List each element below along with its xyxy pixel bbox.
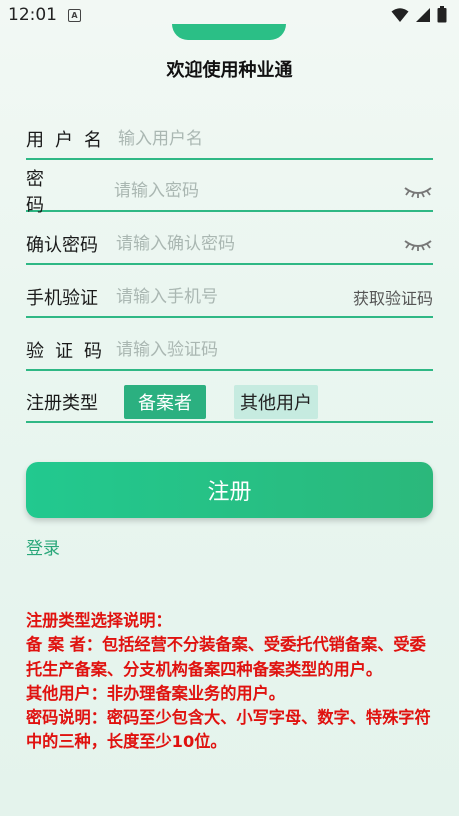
username-input[interactable]	[118, 129, 433, 149]
code-label: 验证码	[26, 341, 113, 362]
reg-type-label: 注册类型	[26, 393, 98, 414]
phone-label: 手机验证	[26, 288, 98, 309]
eye-closed-icon[interactable]	[403, 234, 433, 254]
register-button[interactable]: 注册	[26, 462, 433, 518]
page-title: 欢迎使用种业通	[166, 60, 293, 81]
notes-password: 密码说明：密码至少包含大、小写字母、数字、特殊字符中的三种，长度至少10位。	[26, 708, 431, 752]
header-tab-decoration	[172, 24, 286, 40]
phone-row: 手机验证 获取验证码	[26, 278, 433, 318]
battery-icon	[437, 6, 447, 23]
username-label: 用户名	[26, 130, 113, 151]
phone-input[interactable]	[116, 287, 353, 307]
code-row: 验证码	[26, 331, 433, 371]
status-time: 12:01	[8, 5, 57, 25]
password-input[interactable]	[114, 181, 403, 201]
password-label: 密码	[26, 169, 88, 216]
confirm-password-label: 确认密码	[26, 235, 98, 256]
notes-heading: 注册类型选择说明：	[26, 611, 172, 630]
eye-closed-icon[interactable]	[403, 181, 433, 201]
username-row: 用户名	[26, 120, 433, 160]
wifi-icon	[391, 7, 409, 22]
reg-type-filer-option[interactable]: 备案者	[124, 385, 206, 419]
code-input[interactable]	[116, 340, 433, 360]
password-row: 密码	[26, 169, 433, 216]
confirm-password-row: 确认密码	[26, 225, 433, 265]
registration-notes: 注册类型选择说明： 备 案 者：包括经营不分装备案、受委托代销备案、受委托生产备…	[26, 609, 436, 755]
notes-filer: 备 案 者：包括经营不分装备案、受委托代销备案、受委托生产备案、分支机构备案四种…	[26, 635, 426, 679]
notification-a-icon: A	[68, 9, 81, 22]
reg-type-other-option[interactable]: 其他用户	[234, 385, 318, 419]
notes-other: 其他用户：非办理备案业务的用户。	[26, 683, 285, 703]
login-link[interactable]: 登录	[26, 534, 60, 559]
signal-icon	[416, 7, 430, 22]
system-icons	[391, 6, 447, 23]
confirm-password-input[interactable]	[116, 234, 403, 254]
reg-type-row: 注册类型 备案者 其他用户	[26, 383, 433, 423]
get-code-button[interactable]: 获取验证码	[353, 285, 433, 309]
